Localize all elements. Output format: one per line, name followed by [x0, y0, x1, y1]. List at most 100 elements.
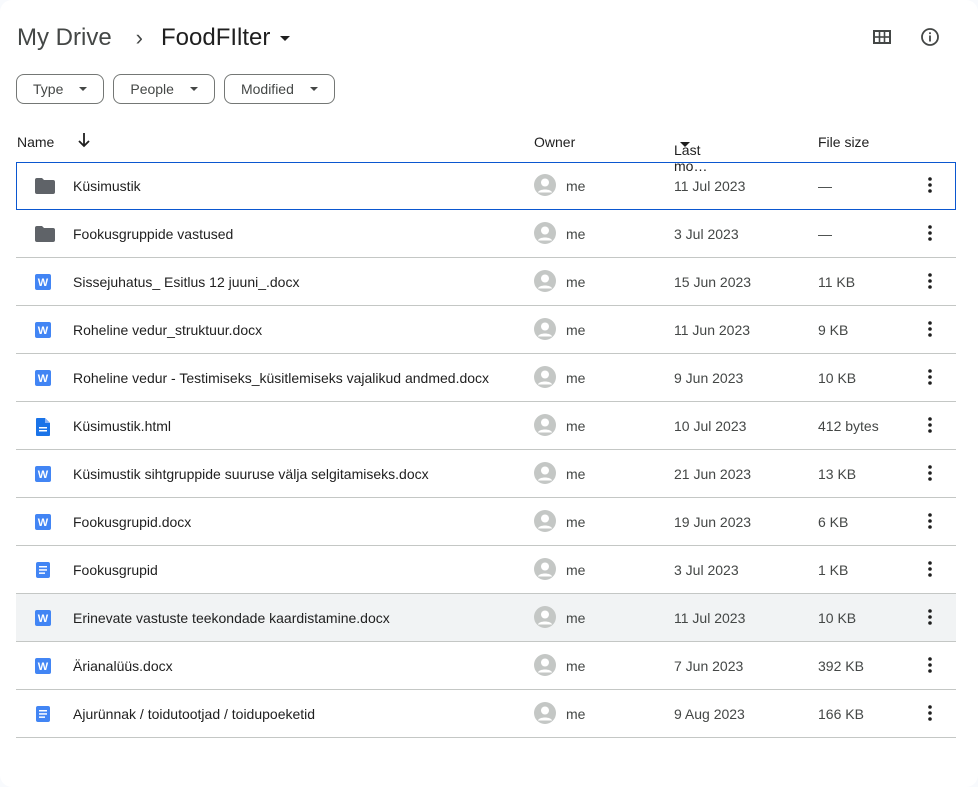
file-name: Fookusgrupid.docx	[73, 514, 192, 530]
more-vert-icon[interactable]	[920, 414, 940, 436]
file-row[interactable]: W Roheline vedur_struktuur.docx me 11 Ju…	[16, 306, 956, 354]
file-name: Fookusgruppide vastused	[73, 226, 234, 242]
file-owner: me	[566, 418, 586, 434]
column-name[interactable]: Name	[17, 134, 54, 150]
file-owner: me	[566, 178, 586, 194]
file-row[interactable]: W Roheline vedur - Testimiseks_küsitlemi…	[16, 354, 956, 402]
file-row[interactable]: Fookusgrupid me 3 Jul 2023 1 KB	[16, 546, 956, 594]
file-size: 412 bytes	[818, 418, 879, 434]
svg-text:W: W	[38, 613, 49, 625]
file-size: —	[818, 178, 832, 194]
more-vert-icon[interactable]	[920, 702, 940, 724]
file-owner: me	[566, 514, 586, 530]
breadcrumb-current-folder[interactable]: FoodFIlter	[161, 24, 291, 52]
avatar-icon	[534, 414, 556, 436]
google-doc-icon	[34, 561, 54, 579]
file-modified-date: 3 Jul 2023	[674, 562, 739, 578]
caret-down-icon	[309, 87, 318, 91]
html-file-icon	[34, 417, 54, 436]
file-size: 10 KB	[818, 610, 857, 626]
file-size: 11 KB	[818, 274, 856, 290]
file-owner: me	[566, 274, 586, 290]
avatar-icon	[534, 462, 556, 484]
file-modified-date: 11 Jul 2023	[674, 610, 746, 626]
word-file-icon: W	[34, 513, 54, 531]
more-vert-icon[interactable]	[920, 318, 940, 340]
column-header: Name Owner Last mo… File size	[0, 126, 978, 174]
file-modified-date: 15 Jun 2023	[674, 274, 752, 290]
filter-type[interactable]: Type	[16, 74, 105, 104]
caret-down-icon	[79, 87, 88, 91]
sort-arrow-down-icon[interactable]	[77, 132, 91, 151]
file-modified-date: 7 Jun 2023	[674, 658, 744, 674]
column-owner[interactable]: Owner	[534, 134, 575, 150]
file-size: 6 KB	[818, 514, 849, 530]
file-owner: me	[566, 322, 586, 338]
file-name: Ajurünnak / toidutootjad / toidupoeketid	[73, 706, 316, 722]
filter-people[interactable]: People	[113, 74, 215, 104]
file-modified-date: 19 Jun 2023	[674, 514, 752, 530]
column-file-size[interactable]: File size	[818, 134, 869, 150]
file-name: Erinevate vastuste teekondade kaardistam…	[73, 610, 390, 626]
file-size: 166 KB	[818, 706, 864, 722]
more-vert-icon[interactable]	[920, 510, 940, 532]
avatar-icon	[534, 270, 556, 292]
filter-modified[interactable]: Modified	[223, 74, 335, 104]
info-icon[interactable]	[917, 24, 943, 50]
file-list: Küsimustik me 11 Jul 2023 — Fookusgruppi…	[16, 162, 956, 738]
file-row[interactable]: W Erinevate vastuste teekondade kaardist…	[16, 594, 956, 642]
avatar-icon	[534, 702, 556, 724]
grid-view-icon[interactable]	[869, 24, 895, 50]
file-owner: me	[566, 706, 586, 722]
file-size: —	[818, 226, 832, 242]
folder-icon	[34, 225, 55, 243]
svg-text:W: W	[38, 373, 49, 385]
file-name: Küsimustik	[73, 178, 141, 194]
file-name: Roheline vedur_struktuur.docx	[73, 322, 263, 338]
file-modified-date: 21 Jun 2023	[674, 466, 752, 482]
more-vert-icon[interactable]	[920, 366, 940, 388]
avatar-icon	[534, 606, 556, 628]
breadcrumb-my-drive[interactable]: My Drive	[17, 24, 112, 52]
avatar-icon	[534, 366, 556, 388]
file-name: Küsimustik.html	[73, 418, 172, 434]
more-vert-icon[interactable]	[920, 606, 940, 628]
more-vert-icon[interactable]	[920, 222, 940, 244]
file-row[interactable]: W Sissejuhatus_ Esitlus 12 juuni_.docx m…	[16, 258, 956, 306]
more-vert-icon[interactable]	[920, 462, 940, 484]
folder-icon	[34, 177, 55, 195]
file-name: Ärianalüüs.docx	[73, 658, 173, 674]
svg-text:W: W	[38, 517, 49, 529]
file-size: 10 KB	[818, 370, 857, 386]
more-vert-icon[interactable]	[920, 654, 940, 676]
filter-type-label: Type	[33, 81, 64, 97]
more-vert-icon[interactable]	[920, 270, 940, 292]
filter-modified-label: Modified	[240, 81, 294, 97]
file-modified-date: 9 Jun 2023	[674, 370, 744, 386]
drive-panel: My Drive › FoodFIlter Type People Modifi…	[0, 0, 978, 787]
word-file-icon: W	[34, 273, 54, 291]
filter-people-label: People	[130, 81, 174, 97]
file-row[interactable]: W Fookusgrupid.docx me 19 Jun 2023 6 KB	[16, 498, 956, 546]
file-size: 13 KB	[818, 466, 857, 482]
file-owner: me	[566, 610, 586, 626]
word-file-icon: W	[34, 657, 54, 675]
file-row[interactable]: W Ärianalüüs.docx me 7 Jun 2023 392 KB	[16, 642, 956, 690]
file-owner: me	[566, 562, 586, 578]
word-file-icon: W	[34, 321, 54, 339]
word-file-icon: W	[34, 465, 54, 483]
avatar-icon	[534, 558, 556, 580]
file-modified-date: 11 Jul 2023	[674, 178, 746, 194]
file-row[interactable]: Fookusgruppide vastused me 3 Jul 2023 —	[16, 210, 956, 258]
file-row[interactable]: Küsimustik.html me 10 Jul 2023 412 bytes	[16, 402, 956, 450]
file-modified-date: 10 Jul 2023	[674, 418, 747, 434]
file-row[interactable]: Ajurünnak / toidutootjad / toidupoeketid…	[16, 690, 956, 738]
file-size: 392 KB	[818, 658, 864, 674]
more-vert-icon[interactable]	[920, 558, 940, 580]
file-size: 1 KB	[818, 562, 849, 578]
file-owner: me	[566, 658, 586, 674]
current-folder-label: FoodFIlter	[161, 24, 271, 51]
file-row[interactable]: Küsimustik me 11 Jul 2023 —	[16, 162, 956, 210]
more-vert-icon[interactable]	[920, 174, 940, 196]
file-row[interactable]: W Küsimustik sihtgruppide suuruse välja …	[16, 450, 956, 498]
